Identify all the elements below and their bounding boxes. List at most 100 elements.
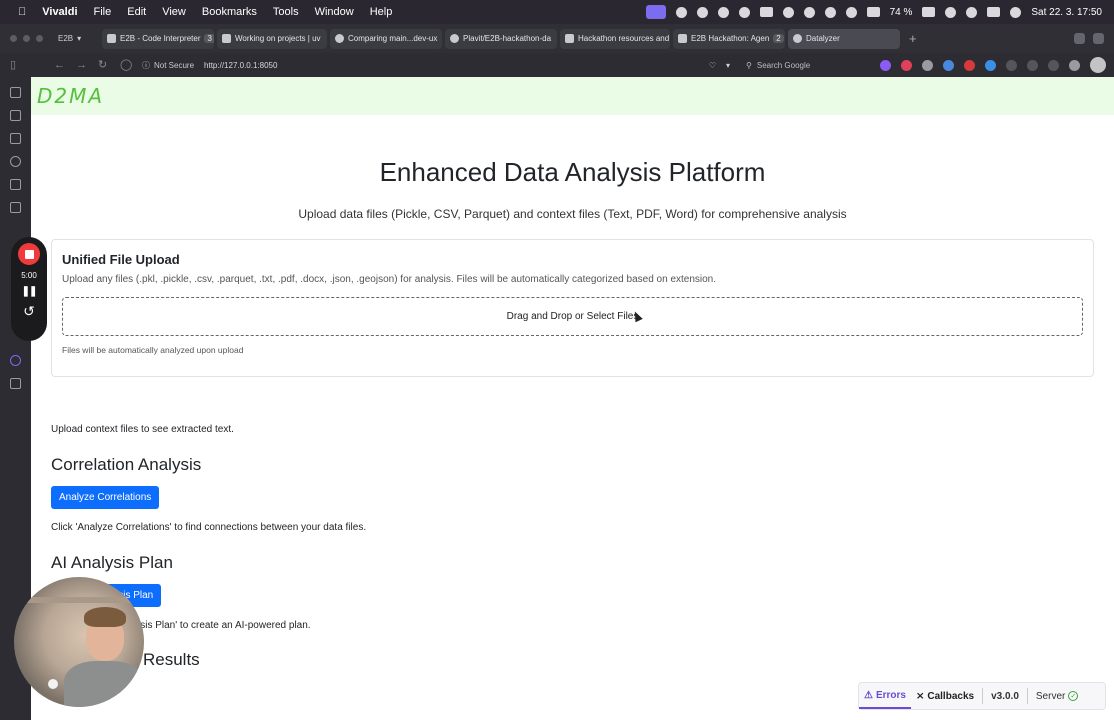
menu-edit[interactable]: Edit — [119, 6, 154, 18]
check-icon: ✓ — [1068, 691, 1079, 701]
callbacks-tab[interactable]: ⨯ Callbacks — [911, 691, 979, 702]
correlation-hint: Click 'Analyze Correlations' to find con… — [51, 522, 367, 533]
status-icon[interactable] — [803, 6, 815, 18]
menu-help[interactable]: Help — [362, 6, 401, 18]
errors-label: Errors — [875, 689, 906, 701]
history-icon[interactable] — [10, 156, 21, 167]
extension-icon[interactable] — [943, 59, 954, 71]
extension-icon[interactable] — [1027, 59, 1038, 71]
screen-recording-icon[interactable] — [645, 5, 666, 19]
tab-plavit-repo[interactable]: Plavit/E2B-hackathon-da — [445, 28, 557, 49]
forward-button[interactable]: → — [76, 60, 88, 71]
menu-view[interactable]: View — [154, 6, 194, 18]
status-icon[interactable] — [759, 7, 773, 17]
recording-timer: 5:00 — [21, 271, 37, 280]
github-icon — [335, 34, 344, 43]
menu-tools[interactable]: Tools — [265, 6, 307, 18]
status-icon[interactable] — [675, 6, 687, 18]
status-icon[interactable] — [782, 6, 794, 18]
workspace-label: E2B — [58, 34, 74, 43]
stop-recording-button[interactable] — [18, 243, 40, 265]
extension-icon[interactable] — [922, 59, 933, 71]
server-status[interactable]: Server ✓ — [1031, 691, 1083, 702]
dash-devtools-bar: ⚠ Errors ⨯ Callbacks v3.0.0 Server ✓ — [858, 682, 1106, 710]
chevron-down-icon: ▾ — [77, 34, 82, 43]
warning-icon: ⚠ — [864, 689, 873, 701]
menu-bookmarks[interactable]: Bookmarks — [194, 6, 265, 18]
search-engine-icon: ⚲ — [746, 60, 752, 70]
mastodon-icon[interactable] — [10, 355, 21, 366]
url-field[interactable]: http://127.0.0.1:8050 — [204, 61, 277, 70]
play-icon[interactable] — [845, 6, 857, 18]
tab-working-on-projects[interactable]: Working on projects | uv — [217, 28, 327, 49]
wifi-icon[interactable] — [945, 6, 957, 18]
shield-icon[interactable]: ◯ — [120, 60, 132, 71]
errors-tab[interactable]: ⚠ Errors — [859, 683, 911, 709]
tab-stack-count: 3 — [204, 34, 214, 43]
menu-file[interactable]: File — [86, 6, 120, 18]
bluetooth-icon[interactable] — [824, 6, 836, 18]
search-icon[interactable] — [966, 6, 978, 18]
siri-icon[interactable] — [1010, 6, 1022, 18]
battery-icon[interactable] — [922, 7, 936, 17]
extension-icon[interactable] — [1006, 59, 1017, 71]
pause-icon[interactable]: ❚❚ — [22, 286, 38, 297]
tab-favicon — [793, 34, 802, 43]
clock[interactable]: Sat 22. 3. 17:50 — [1031, 7, 1102, 18]
tab-e2b-code-interpreter[interactable]: E2B - Code Interpreter 3 — [102, 28, 214, 49]
new-tab-button[interactable]: + — [903, 31, 923, 46]
tab-label: E2B - Code Interpreter — [120, 34, 201, 43]
workspace-switcher[interactable]: E2B ▾ — [52, 34, 102, 43]
apple-icon[interactable]:  — [10, 6, 34, 18]
callbacks-icon: ⨯ — [915, 690, 925, 702]
tile-icon[interactable] — [1093, 33, 1104, 44]
translate-icon[interactable] — [10, 202, 21, 213]
notes-icon[interactable] — [10, 179, 21, 190]
tab-comparing-main[interactable]: Comparing main...dev-ux — [330, 28, 442, 49]
chevron-down-icon[interactable]: ▾ — [726, 61, 730, 70]
extension-icon[interactable] — [1069, 59, 1080, 71]
extension-icon[interactable] — [1048, 59, 1059, 71]
bookmarks-panel-icon[interactable] — [10, 87, 21, 98]
restart-icon[interactable]: ↺ — [23, 303, 35, 320]
add-panel-icon[interactable] — [10, 378, 21, 389]
extension-icon[interactable] — [964, 59, 975, 71]
keyboard-icon[interactable] — [866, 7, 880, 17]
control-center-icon[interactable] — [987, 7, 1001, 17]
file-dropzone[interactable]: Drag and Drop or Select Files — [62, 297, 1083, 336]
bookmark-icon[interactable]: ♡ — [709, 61, 716, 70]
tab-datalyzer[interactable]: Datalyzer — [788, 28, 900, 49]
extension-icon[interactable] — [985, 59, 996, 71]
downloads-icon[interactable] — [10, 133, 21, 144]
screen-recorder-widget: 5:00 ❚❚ ↺ — [11, 237, 47, 341]
extension-icon[interactable] — [901, 59, 912, 71]
tab-e2b-hackathon[interactable]: E2B Hackathon: Agen 2 — [673, 28, 785, 49]
menu-window[interactable]: Window — [307, 6, 362, 18]
status-icon[interactable] — [738, 6, 750, 18]
tab-hackathon-resources[interactable]: Hackathon resources and — [560, 28, 670, 49]
webcam-indicator[interactable] — [48, 679, 58, 689]
back-button[interactable]: ← — [54, 60, 66, 71]
profile-avatar[interactable] — [1090, 57, 1106, 73]
search-field[interactable]: ⚲ Search Google — [740, 57, 870, 73]
app-logo[interactable]: D2MA — [37, 84, 104, 108]
window-controls[interactable] — [0, 35, 52, 42]
tab-stack-count: 2 — [773, 34, 784, 43]
tab-label: E2B Hackathon: Agen — [691, 34, 770, 43]
info-icon: ⓘ — [142, 60, 150, 70]
reload-button[interactable]: ↻ — [98, 60, 110, 71]
tab-label: Datalyzer — [806, 34, 840, 43]
analyze-correlations-button[interactable]: Analyze Correlations — [51, 486, 160, 509]
reading-list-icon[interactable] — [10, 110, 21, 121]
version-label: v3.0.0 — [991, 690, 1019, 702]
security-indicator[interactable]: ⓘ Not Secure — [142, 60, 194, 71]
ai-plan-hint: lysis Plan' to create an AI-powered plan… — [133, 620, 311, 631]
page-content: D2MA Enhanced Data Analysis Platform Upl… — [31, 77, 1114, 720]
cloud-icon[interactable] — [717, 6, 729, 18]
status-icon[interactable] — [696, 6, 708, 18]
extension-icon[interactable] — [880, 59, 891, 71]
tab-label: Plavit/E2B-hackathon-da — [463, 34, 552, 43]
panel-toggle-icon[interactable]: ▯ — [10, 60, 22, 71]
menu-app-name[interactable]: Vivaldi — [34, 6, 85, 18]
sync-icon[interactable] — [1074, 33, 1085, 44]
